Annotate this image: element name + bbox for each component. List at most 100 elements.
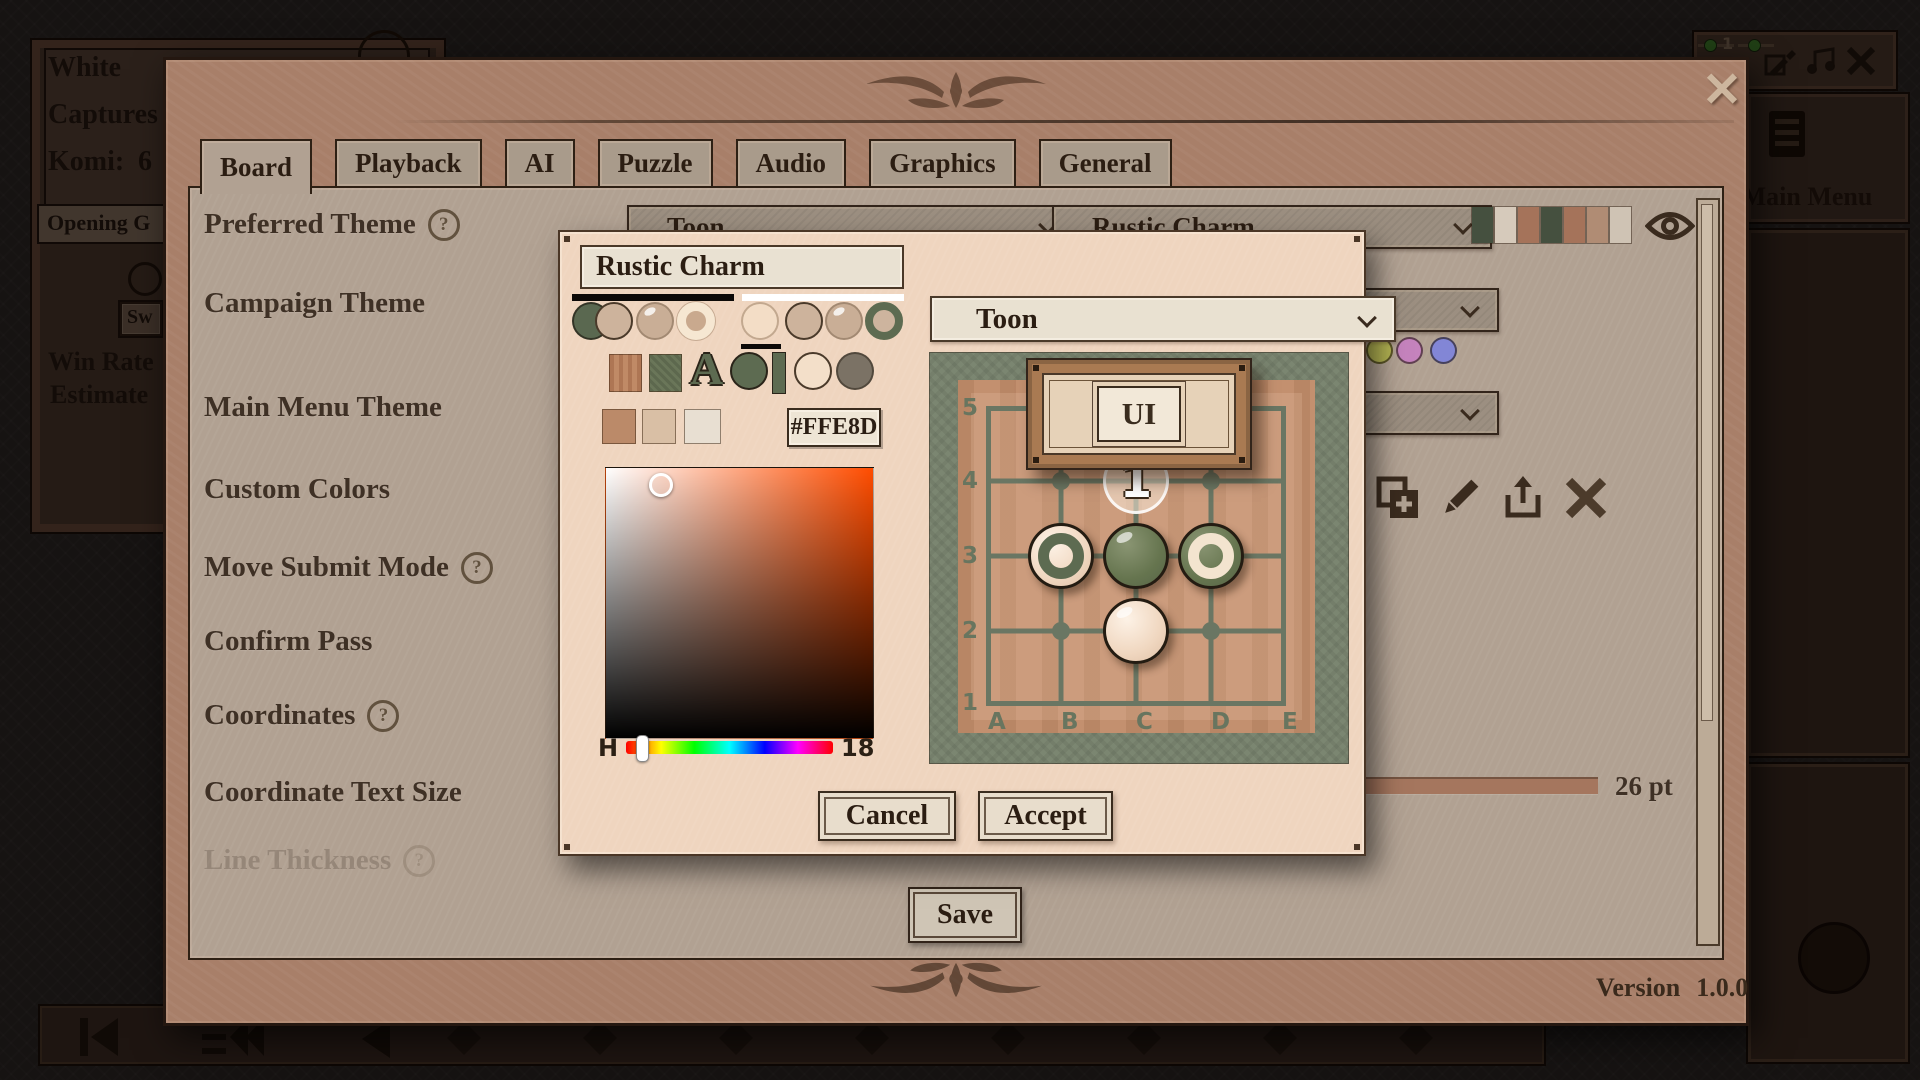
chevron-down-icon [1460, 298, 1480, 318]
wood-swatch[interactable] [609, 354, 642, 392]
line-thickness-help-icon[interactable]: ? [403, 845, 435, 877]
col-coordinate: D [1211, 709, 1230, 735]
green-bar-swatch[interactable] [772, 352, 786, 394]
custom-colors-label: Custom Colors [204, 473, 390, 506]
hue-value: 18 [841, 734, 874, 762]
row-coordinate: 3 [962, 543, 978, 569]
close-button[interactable]: ✕ [1694, 62, 1750, 118]
palette-group-bar-light[interactable] [742, 294, 904, 301]
board-preview: 5 4 3 2 1 A B C D E 1 [929, 352, 1349, 764]
duplicate-palette-icon[interactable] [1375, 475, 1421, 521]
header-divider [394, 120, 1734, 123]
preview-eye-icon[interactable] [1645, 210, 1695, 242]
palette-circle-tan-soft-2[interactable] [825, 302, 863, 340]
save-button[interactable]: Save [908, 887, 1022, 943]
strip-swatch [1587, 207, 1608, 243]
tab-puzzle[interactable]: Puzzle [598, 139, 713, 188]
coordinates-help-icon[interactable]: ? [367, 700, 399, 732]
palette-circle-tan-outline-2[interactable] [785, 302, 823, 340]
chevron-down-icon [1357, 308, 1377, 328]
chevron-down-icon [1453, 215, 1473, 235]
green-stone [1103, 523, 1169, 589]
hue-slider-track[interactable] [626, 741, 833, 754]
tab-playback[interactable]: Playback [335, 139, 482, 188]
saturation-value-gradient[interactable] [605, 467, 874, 739]
corner-decor [564, 844, 570, 850]
palette-circle-green-ring[interactable] [865, 302, 903, 340]
ui-sign: UI [1026, 358, 1252, 470]
small-swatch-2[interactable] [642, 409, 676, 444]
edit-pencil-icon[interactable] [1437, 475, 1483, 521]
palette-circle-cream-solid-selected[interactable] [741, 302, 779, 340]
small-swatch-1[interactable] [602, 409, 636, 444]
color-picker-dialog: A #FFE8D H 18 Toon [558, 230, 1366, 856]
hue-slider-handle[interactable] [636, 735, 649, 762]
green-stone-swatch[interactable] [730, 352, 768, 390]
strip-swatch [1610, 207, 1631, 243]
palette-circle-tan-soft[interactable] [636, 302, 674, 340]
tab-ai[interactable]: AI [505, 139, 575, 188]
palette-circle-tan-outline[interactable] [595, 302, 633, 340]
sv-picker-handle[interactable] [649, 473, 673, 497]
campaign-color-dot[interactable] [1430, 337, 1457, 364]
preferred-theme-help-icon[interactable]: ? [428, 209, 460, 241]
screen: White Captures Komi: 6 Opening G Sw Win … [0, 0, 1920, 1080]
sign-screw [1239, 365, 1245, 371]
hex-value: #FFE8D [791, 414, 878, 441]
selected-circle-underline [741, 344, 781, 349]
white-stone [1103, 598, 1169, 664]
row-coordinate: 5 [962, 395, 978, 421]
palette-circle-cream-ring[interactable] [677, 302, 715, 340]
delete-palette-icon[interactable] [1563, 475, 1609, 521]
version-label: Version [1596, 973, 1680, 1003]
palette-group-bar-dark[interactable] [572, 294, 734, 301]
scrollbar-thumb[interactable] [1701, 204, 1713, 721]
tab-board[interactable]: Board [200, 139, 312, 194]
sign-screw [1033, 457, 1039, 463]
corner-decor [1354, 236, 1360, 242]
export-palette-icon[interactable] [1500, 475, 1546, 521]
tab-general[interactable]: General [1039, 139, 1172, 188]
gray-stone-swatch[interactable] [836, 352, 874, 390]
theme-name-input[interactable] [580, 245, 904, 289]
row-coordinate: 4 [962, 468, 978, 494]
campaign-color-dot[interactable] [1396, 337, 1423, 364]
strip-swatch [1541, 207, 1562, 243]
tab-graphics[interactable]: Graphics [869, 139, 1016, 188]
corner-decor [564, 236, 570, 242]
col-coordinate: B [1061, 709, 1079, 735]
corner-decor [1354, 844, 1360, 850]
version-text: Version 1.0.0 [1596, 973, 1748, 1003]
cream-stone-swatch[interactable] [794, 352, 832, 390]
strip-swatch [1495, 207, 1516, 243]
coordinates-label: Coordinates? [204, 699, 399, 732]
strip-swatch [1472, 207, 1493, 243]
letter-swatch[interactable]: A [690, 342, 723, 395]
green-stone-cream-ring [1178, 523, 1244, 589]
coordinate-size-value: 26 pt [1615, 771, 1673, 802]
hue-label: H [598, 734, 618, 762]
sign-screw [1033, 365, 1039, 371]
scrollbar-track[interactable] [1696, 198, 1720, 946]
picker-skin-dropdown[interactable]: Toon [930, 296, 1396, 342]
cancel-button[interactable]: Cancel [818, 791, 956, 841]
version-value: 1.0.0 [1696, 973, 1748, 1003]
accept-button[interactable]: Accept [978, 791, 1113, 841]
move-submit-help-icon[interactable]: ? [461, 552, 493, 584]
col-coordinate: C [1136, 709, 1153, 735]
bottom-flourish-decoration [851, 958, 1061, 1002]
confirm-pass-label: Confirm Pass [204, 625, 372, 658]
main-menu-theme-label: Main Menu Theme [204, 391, 442, 424]
close-icon: ✕ [1702, 62, 1742, 118]
coordinate-text-size-label: Coordinate Text Size [204, 776, 462, 809]
small-swatch-3[interactable] [684, 409, 721, 444]
row-coordinate: 2 [962, 618, 978, 644]
board-frame-swatch[interactable] [649, 354, 682, 392]
ui-sign-mat: UI [1042, 373, 1236, 455]
white-stone-green-ring [1028, 523, 1094, 589]
hex-value-box[interactable]: #FFE8D [787, 408, 881, 447]
strip-swatch [1564, 207, 1585, 243]
strip-swatch [1518, 207, 1539, 243]
tab-audio[interactable]: Audio [736, 139, 847, 188]
theme-color-strip [1472, 207, 1631, 243]
